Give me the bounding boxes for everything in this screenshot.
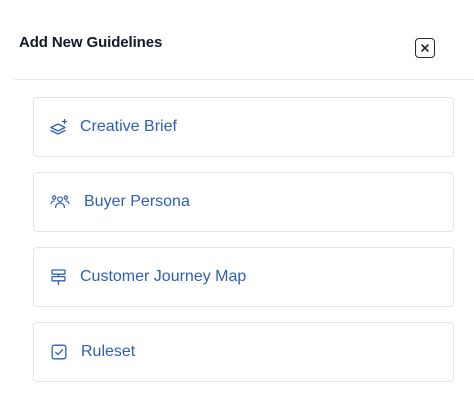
guideline-label: Ruleset	[81, 343, 136, 360]
guideline-label: Buyer Persona	[84, 193, 190, 210]
guideline-label: Creative Brief	[80, 118, 177, 135]
guidelines-list: Creative Brief Buyer Persona Customer Jo…	[33, 97, 454, 397]
guideline-label: Customer Journey Map	[80, 268, 247, 285]
guideline-item-customer-journey-map[interactable]: Customer Journey Map	[33, 247, 454, 307]
close-button[interactable]	[415, 38, 435, 58]
add-guidelines-dialog: Add New Guidelines Creative Brief Buyer …	[0, 0, 474, 410]
dialog-title: Add New Guidelines	[19, 34, 163, 51]
layers-sparkle-icon	[49, 117, 69, 137]
guideline-item-buyer-persona[interactable]: Buyer Persona	[33, 172, 454, 232]
users-icon	[50, 192, 70, 212]
guideline-item-creative-brief[interactable]: Creative Brief	[33, 97, 454, 157]
guideline-item-ruleset[interactable]: Ruleset	[33, 322, 454, 382]
signpost-icon	[49, 267, 69, 287]
checkbox-icon	[49, 342, 69, 362]
close-icon	[420, 43, 430, 53]
